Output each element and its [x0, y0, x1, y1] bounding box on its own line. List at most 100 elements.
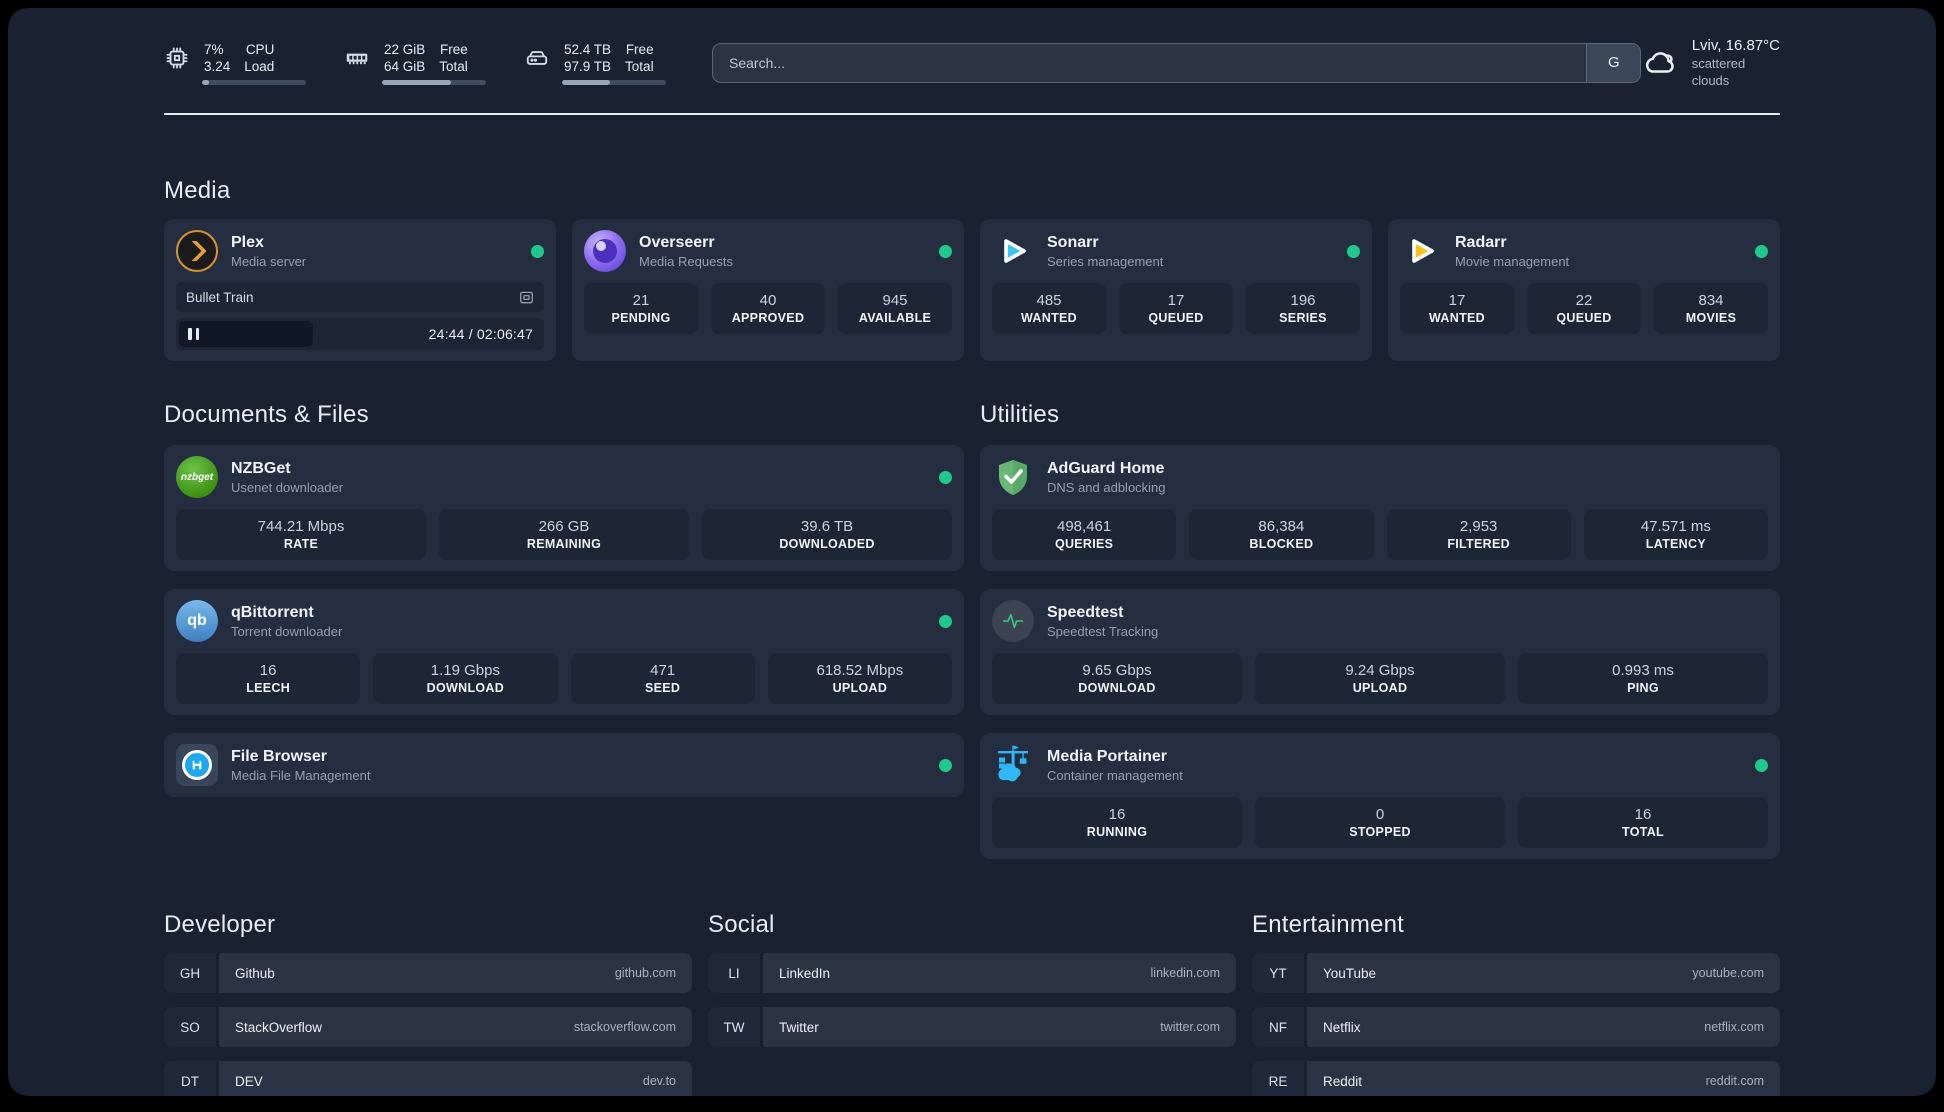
status-indicator [939, 758, 952, 772]
bookmark-youtube[interactable]: YT YouTube youtube.com [1252, 953, 1780, 993]
service-card-filebrowser[interactable]: File Browser Media File Management [164, 733, 964, 797]
stat-total: 16 TOTAL [1518, 797, 1768, 848]
service-subtitle: Media Requests [639, 253, 733, 269]
stat-download: 1.19 Gbps DOWNLOAD [373, 653, 558, 704]
service-title: Media Portainer [1047, 747, 1168, 765]
stat-queued: 17 QUEUED [1119, 283, 1233, 334]
service-card-portainer[interactable]: Media Portainer Container management 16 R… [980, 733, 1780, 859]
adguard-icon [992, 456, 1034, 498]
header-divider [164, 113, 1780, 115]
bookmark-netflix[interactable]: NF Netflix netflix.com [1252, 1007, 1780, 1047]
bookmark-linkedin[interactable]: LI LinkedIn linkedin.com [708, 953, 1236, 993]
cpu-widget: 7% 3.24 CPU Load [164, 41, 306, 85]
stat-series: 196 SERIES [1246, 283, 1360, 334]
stat-latency: 47.571 ms LATENCY [1583, 509, 1768, 560]
disk-progress-bar [562, 79, 666, 85]
stat-upload: 9.24 Gbps UPLOAD [1255, 653, 1505, 704]
disk-widget: 52.4 TB 97.9 TB Free Total [524, 41, 666, 85]
bookmark-twitter[interactable]: TW Twitter twitter.com [708, 1007, 1236, 1047]
overseerr-icon [584, 230, 626, 272]
section-title-media: Media [164, 177, 231, 204]
service-subtitle: Media server [231, 253, 307, 269]
service-card-radarr[interactable]: Radarr Movie management 17 WANTED 22 QUEUE… [1388, 219, 1780, 361]
stat-running: 16 RUNNING [992, 797, 1242, 848]
disk-icon [526, 50, 548, 65]
service-subtitle: DNS and adblocking [1047, 479, 1166, 495]
plex-icon [176, 230, 218, 272]
memory-icon [346, 53, 368, 64]
weather-location: Lviv, 16.87°C [1691, 37, 1780, 54]
service-title: NZBGet [231, 459, 291, 477]
stat-remaining: 266 GB REMAINING [439, 509, 689, 560]
stat-ping: 0.993 ms PING [1518, 653, 1768, 704]
bookmark-github[interactable]: GH Github github.com [164, 953, 692, 993]
service-card-plex[interactable]: Plex Media server Bullet Train 24:44 / 0… [164, 219, 556, 361]
memory-label-1: Free [440, 41, 468, 57]
service-card-qbittorrent[interactable]: qb qBittorrent Torrent downloader 16 LEEC… [164, 589, 964, 715]
stat-queued: 22 QUEUED [1527, 283, 1641, 334]
portainer-icon [992, 744, 1034, 786]
qbittorrent-icon: qb [176, 600, 218, 642]
stat-approved: 40 APPROVED [711, 283, 825, 334]
plex-now-playing: Bullet Train 24:44 / 02:06:47 [176, 282, 544, 350]
bookmark-group-developer: Developer GH Github github.com SO StackO… [164, 911, 692, 1096]
weather-widget: Lviv, 16.87°C scattered clouds [1641, 36, 1780, 89]
status-indicator [531, 244, 544, 258]
filebrowser-icon [176, 744, 218, 786]
service-title: Radarr [1455, 233, 1507, 251]
service-title: Plex [231, 233, 264, 251]
cpu-label-1: CPU [245, 41, 275, 57]
cpu-icon [166, 47, 188, 68]
service-subtitle: Speedtest Tracking [1047, 623, 1159, 639]
nzbget-icon: nzbget [176, 456, 218, 498]
search-input[interactable] [713, 43, 1587, 82]
stat-queries: 498,461 QUERIES [992, 509, 1177, 560]
pause-icon [188, 328, 192, 340]
utilities-column: Utilities AdGuard Home DNS and adblockin… [980, 401, 1780, 859]
service-card-nzbget[interactable]: nzbget NZBGet Usenet downloader 744.21 M… [164, 445, 964, 571]
bookmark-reddit[interactable]: RE Reddit reddit.com [1252, 1061, 1780, 1096]
pause-button[interactable] [179, 321, 313, 347]
stat-download: 9.65 Gbps DOWNLOAD [992, 653, 1242, 704]
service-subtitle: Movie management [1455, 253, 1570, 269]
memory-progress-bar [382, 79, 486, 85]
cpu-label-2: Load [244, 58, 275, 74]
memory-label-2: Total [439, 58, 468, 74]
search-provider-button[interactable]: G [1586, 43, 1641, 82]
playback-time: 24:44 / 02:06:47 [428, 326, 533, 342]
service-subtitle: Container management [1047, 767, 1183, 783]
section-title-social: Social [708, 911, 775, 938]
service-title: AdGuard Home [1047, 459, 1165, 477]
service-title: Sonarr [1047, 233, 1099, 251]
section-title-documents: Documents & Files [164, 401, 369, 428]
service-card-overseerr[interactable]: Overseerr Media Requests 21 PENDING 40 APP… [572, 219, 964, 361]
media-cards-row: Plex Media server Bullet Train 24:44 / 0… [164, 219, 1780, 361]
bookmark-dev[interactable]: DT DEV dev.to [164, 1061, 692, 1096]
resource-widgets: 7% 3.24 CPU Load 22 GiB 64 GiB Free Tota… [164, 41, 666, 85]
speedtest-icon [992, 600, 1034, 642]
bookmark-group-entertainment: Entertainment YT YouTube youtube.com NF … [1252, 911, 1780, 1096]
disk-value-1: 52.4 TB [564, 41, 612, 57]
service-card-sonarr[interactable]: Sonarr Series management 485 WANTED 17 QUE… [980, 219, 1372, 361]
status-indicator [939, 244, 952, 258]
search-bar: G [712, 42, 1642, 83]
sonarr-icon [992, 230, 1034, 272]
cast-icon [520, 291, 533, 303]
service-title: File Browser [231, 747, 328, 765]
header-bar: 7% 3.24 CPU Load 22 GiB 64 GiB Free Tota… [164, 8, 1780, 89]
bookmark-stackoverflow[interactable]: SO StackOverflow stackoverflow.com [164, 1007, 692, 1047]
service-subtitle: Series management [1047, 253, 1164, 269]
dashboard: 7% 3.24 CPU Load 22 GiB 64 GiB Free Tota… [8, 8, 1936, 1096]
status-indicator [1755, 758, 1768, 772]
service-subtitle: Usenet downloader [231, 479, 344, 495]
service-subtitle: Media File Management [231, 767, 371, 783]
status-indicator [1347, 244, 1360, 258]
service-card-speedtest[interactable]: Speedtest Speedtest Tracking 9.65 Gbps DO… [980, 589, 1780, 715]
status-indicator [939, 614, 952, 628]
memory-value-2: 64 GiB [384, 58, 426, 74]
stat-seed: 471 SEED [570, 653, 755, 704]
radarr-icon [1400, 230, 1442, 272]
stat-filtered: 2,953 FILTERED [1386, 509, 1571, 560]
stat-leech: 16 LEECH [176, 653, 361, 704]
service-card-adguard[interactable]: AdGuard Home DNS and adblocking 498,461 Q… [980, 445, 1780, 571]
